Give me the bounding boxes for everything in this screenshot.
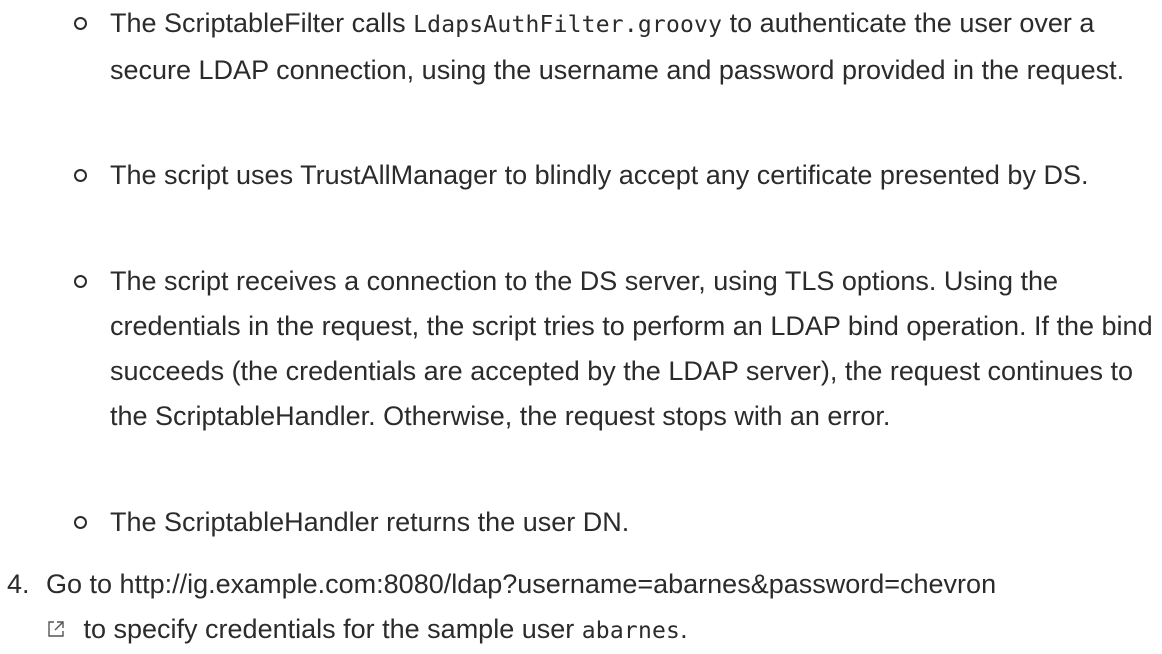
list-item: The ScriptableHandler returns the user D… [74, 500, 1155, 545]
step-text-pre: Go to [46, 569, 120, 599]
bullet-text: The script receives a connection to the … [110, 266, 1153, 431]
bullet-icon [74, 275, 87, 288]
step-text-post: . [680, 614, 688, 644]
list-item: The script uses TrustAllManager to blind… [74, 153, 1155, 198]
code-username: abarnes [581, 618, 681, 644]
bullet-icon [74, 169, 87, 182]
step-text-mid: to specify credentials for the sample us… [76, 614, 582, 644]
bullet-text-pre: The ScriptableFilter calls [110, 8, 414, 38]
bullet-icon [74, 516, 87, 529]
list-item: The ScriptableFilter calls LdapsAuthFilt… [74, 1, 1155, 93]
code-filename: LdapsAuthFilter.groovy [413, 12, 723, 38]
external-link-icon[interactable] [46, 608, 66, 637]
bullet-text: The ScriptableHandler returns the user D… [110, 507, 630, 537]
list-item: The script receives a connection to the … [74, 259, 1155, 439]
numbered-step: 4. Go to http://ig.example.com:8080/ldap… [7, 562, 1158, 654]
bullet-text: The script uses TrustAllManager to blind… [110, 160, 1089, 190]
bullet-icon [74, 17, 87, 30]
step-number: 4. [7, 569, 30, 599]
example-url-link[interactable]: http://ig.example.com:8080/ldap?username… [120, 569, 997, 599]
document-body: The ScriptableFilter calls LdapsAuthFilt… [0, 0, 1162, 645]
